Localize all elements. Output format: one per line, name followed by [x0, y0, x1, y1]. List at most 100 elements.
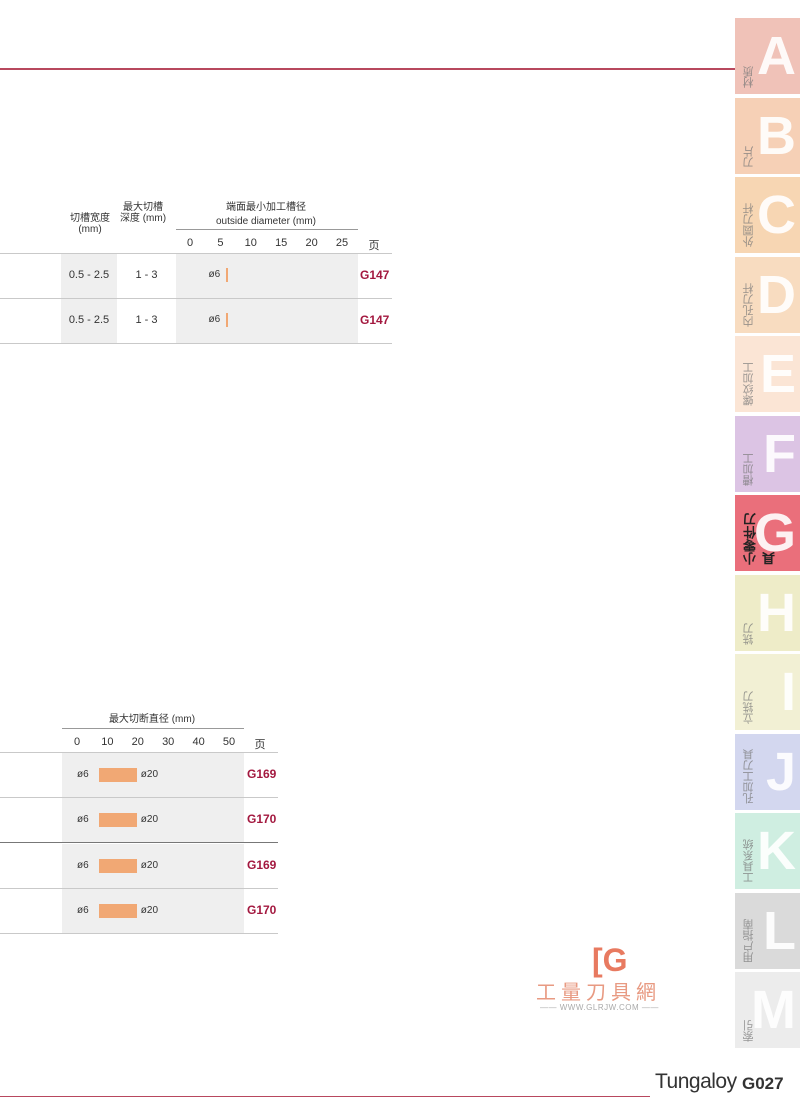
max-depth: 1 - 3 — [135, 269, 158, 281]
cutoff-range-bar — [99, 768, 137, 782]
tab-c[interactable]: 外圆刀杆 C — [735, 177, 800, 253]
cutoff-range-bar — [99, 813, 137, 828]
to-diameter-label: ø20 — [140, 814, 159, 826]
page-link[interactable]: G147 — [360, 313, 389, 327]
to-diameter-label: ø20 — [140, 769, 159, 780]
tab-letter: G — [753, 503, 796, 563]
watermark-mark: [G — [592, 942, 628, 978]
tab-letter: A — [757, 26, 796, 86]
header-groove-width: 切槽宽度 (mm) — [70, 213, 110, 235]
tick-label: 5 — [217, 237, 224, 249]
tab-letter: K — [757, 821, 796, 881]
page-link[interactable]: G170 — [247, 903, 276, 917]
header-max-cutoff-diameter: 最大切断直径 (mm) — [108, 714, 196, 725]
tick-label: 25 — [335, 237, 349, 249]
to-diameter-label: ø20 — [140, 904, 159, 916]
header-min-diameter-en: outside diameter (mm) — [215, 216, 317, 227]
tick-label: 20 — [131, 736, 144, 748]
brand-name: Tungaloy — [655, 1070, 737, 1093]
page-link[interactable]: G169 — [247, 767, 276, 781]
table-row: 0.5 - 2.5 1 - 3 ø6 G147 — [0, 254, 392, 299]
tick-label: 30 — [162, 736, 175, 748]
header-page: 页 — [254, 739, 266, 751]
max-depth: 1 - 3 — [135, 314, 158, 326]
tab-letter: C — [757, 185, 796, 245]
tab-h[interactable]: 铣刀 H — [735, 574, 800, 651]
watermark-text: 工量刀具網 — [536, 980, 661, 1004]
page-link[interactable]: G147 — [360, 268, 389, 282]
table-row: 0.5 - 2.5 1 - 3 ø6 G147 — [0, 299, 392, 344]
tab-letter: J — [765, 741, 796, 802]
tab-letter: B — [757, 105, 796, 166]
tab-m[interactable]: 索引 M — [735, 972, 800, 1048]
from-diameter-label: ø6 — [77, 859, 89, 871]
tick-label: 50 — [222, 736, 236, 748]
tab-label: 外圆刀杆 — [743, 203, 755, 247]
header-divider — [176, 229, 358, 230]
tab-label: 螺纹加工 — [743, 362, 755, 406]
tab-label: 刀片 — [743, 145, 755, 168]
header-max-depth: 最大切槽 深度 (mm) — [119, 202, 167, 224]
tick-label: 10 — [101, 736, 114, 748]
header-page: 页 — [368, 240, 380, 252]
tab-a[interactable]: 材质 A — [735, 18, 800, 94]
tab-letter: I — [780, 662, 796, 722]
bottom-rule — [0, 1096, 650, 1097]
tab-label: 槽加工 — [743, 452, 755, 486]
tab-label: 用户指南 — [743, 918, 755, 963]
tab-letter: D — [757, 264, 796, 325]
diameter-cell-bg — [176, 254, 358, 298]
tab-i[interactable]: 立铣刀 I — [735, 654, 800, 730]
from-diameter-label: ø6 — [77, 769, 89, 780]
tab-label: 内孔刀杆 — [743, 282, 755, 327]
to-diameter-label: ø20 — [140, 859, 159, 871]
tab-k[interactable]: 工具系统 K — [735, 813, 800, 889]
tab-b[interactable]: 刀片 B — [735, 97, 800, 174]
tab-letter: F — [763, 423, 796, 484]
from-diameter-label: ø6 — [77, 814, 89, 826]
table-row: ø6 ø20 G170 — [0, 798, 278, 844]
tab-j[interactable]: 孔加工刀具 J — [735, 733, 800, 810]
watermark-logo: [G 工量刀具網 —— WWW.GLRJW.COM —— — [520, 940, 690, 1020]
diameter-cell-bg — [176, 299, 358, 343]
row-divider — [0, 343, 392, 344]
watermark-url: —— WWW.GLRJW.COM —— — [540, 1003, 659, 1012]
tab-letter: L — [763, 900, 796, 961]
tab-e[interactable]: 螺纹加工 E — [735, 336, 800, 412]
groove-width: 0.5 - 2.5 — [68, 314, 110, 326]
tick-label: 0 — [186, 237, 194, 249]
header-min-diameter-cn: 端面最小加工槽径 — [226, 202, 306, 213]
min-diameter-bar — [226, 313, 229, 327]
tab-letter: H — [757, 582, 796, 643]
min-diameter-label: ø6 — [208, 314, 221, 325]
tab-label: 工具系统 — [743, 839, 755, 883]
header-divider — [62, 728, 244, 729]
tick-label: 10 — [244, 237, 257, 249]
tab-label: 孔加工刀具 — [743, 748, 755, 804]
table-row: ø6 ø20 G169 — [0, 753, 278, 798]
tab-letter: E — [759, 344, 796, 404]
tab-f[interactable]: 槽加工 F — [735, 415, 800, 492]
tab-letter: M — [751, 980, 796, 1040]
table-row: ø6 ø20 G170 — [0, 888, 278, 934]
tick-label: 20 — [305, 237, 318, 249]
tab-g[interactable]: 小零件刀具 G — [735, 495, 800, 571]
tab-l[interactable]: 用户指南 L — [735, 892, 800, 969]
page-number: G027 — [742, 1074, 784, 1093]
cutoff-range-bar — [99, 858, 137, 873]
tab-label: 铣刀 — [743, 622, 755, 645]
tick-label: 0 — [73, 736, 81, 748]
tick-label: 15 — [275, 237, 288, 249]
tab-label: 材质 — [743, 66, 755, 88]
tab-label: 立铣刀 — [743, 691, 755, 724]
min-diameter-bar — [226, 268, 229, 282]
page-link[interactable]: G170 — [247, 812, 276, 826]
min-diameter-label: ø6 — [208, 269, 221, 280]
tab-d[interactable]: 内孔刀杆 D — [735, 256, 800, 333]
page-link[interactable]: G169 — [247, 858, 276, 872]
top-rule — [0, 68, 738, 70]
table-row: ø6 ø20 G169 — [0, 843, 278, 889]
from-diameter-label: ø6 — [77, 904, 89, 916]
tick-label: 40 — [192, 736, 205, 748]
groove-width: 0.5 - 2.5 — [68, 269, 110, 281]
